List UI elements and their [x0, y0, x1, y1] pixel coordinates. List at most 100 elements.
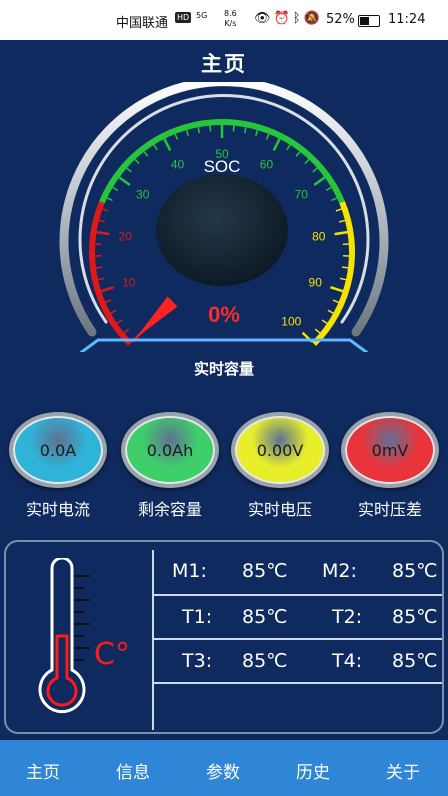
network-speed: 8.6 K/s	[224, 9, 237, 29]
gauge-tick	[255, 129, 259, 137]
nav-params[interactable]: 参数	[206, 758, 240, 783]
speed-unit: K/s	[224, 19, 237, 28]
capacity-label: 实时容量	[193, 360, 254, 378]
gauge-tick-label: 10	[122, 275, 136, 289]
gauge-tick	[112, 186, 119, 192]
remaining-capacity-indicator: 0.0Ah	[121, 412, 219, 488]
temp-divider	[152, 550, 154, 730]
gauge-tick	[143, 151, 149, 157]
nav-home[interactable]: 主页	[26, 758, 60, 783]
t3-value: 85℃	[242, 650, 288, 672]
gauge-tick	[312, 167, 318, 173]
gauge-tick	[197, 127, 201, 134]
bottom-nav: 主页 信息 参数 历史 关于	[0, 740, 448, 796]
t2-label: T2:	[332, 606, 363, 628]
t4-value: 85℃	[392, 650, 438, 672]
gauge-tick	[209, 125, 212, 132]
status-icons: 👁⏰ᛒ🔕	[254, 11, 323, 26]
t1-label: T1:	[182, 606, 213, 628]
voltage-diff-label: 实时压差	[357, 500, 422, 519]
status-bar: 中国联通 HD 5G 8.6 K/s 👁⏰ᛒ🔕 52% 11:24	[0, 0, 448, 40]
speed-value: 8.6	[224, 9, 237, 18]
page-title: 主页	[201, 52, 247, 76]
gauge-tick	[321, 319, 328, 325]
gauge-hub	[156, 174, 288, 286]
m1-value: 85℃	[242, 560, 288, 582]
gauge-tick-label: 70	[295, 187, 309, 201]
nav-history[interactable]: 历史	[296, 758, 330, 783]
gauge-tick	[106, 197, 113, 202]
gauge-tick-label: 20	[119, 230, 133, 244]
voltage-indicator: 0.00V	[231, 412, 329, 488]
metric-remaining-capacity: 0.0Ah 剩余容量	[118, 412, 222, 520]
alarm-icon: ⏰	[273, 11, 293, 26]
gauge-tick	[335, 208, 342, 212]
gauge-tick	[272, 138, 281, 151]
t1-value: 85℃	[242, 606, 288, 628]
thermometer-unit: C°	[94, 637, 130, 672]
gauge-tick	[232, 125, 235, 132]
gauge-tick	[116, 319, 123, 325]
remaining-capacity-label: 剩余容量	[137, 500, 202, 519]
gauge-tick	[105, 299, 112, 304]
current-indicator: 0.0A	[9, 412, 107, 488]
gauge-tick	[97, 277, 105, 281]
metric-current: 0.0A 实时电流	[6, 412, 110, 520]
gauge-label: SOC	[204, 157, 241, 176]
gauge-tick	[110, 309, 117, 314]
gauge-tick	[98, 219, 105, 223]
gauge-tick	[265, 133, 270, 140]
gauge-tick	[185, 129, 189, 137]
gauge-tick	[174, 133, 179, 140]
t2-value: 85℃	[392, 606, 438, 628]
gauge-tick-label: 40	[171, 158, 185, 172]
gauge-tick	[313, 176, 326, 187]
nav-about[interactable]: 关于	[386, 758, 420, 783]
battery-icon	[358, 15, 380, 27]
metric-voltage-diff: 0mV 实时压差	[338, 412, 442, 520]
gauge-tick	[102, 208, 109, 212]
gauge-arc-yellow	[311, 201, 355, 347]
m2-value: 85℃	[392, 560, 438, 582]
t3-label: T3:	[182, 650, 213, 672]
gauge-arc-red	[89, 201, 133, 347]
gauge-tick	[134, 158, 140, 165]
signal-indicator: 5G	[196, 11, 208, 20]
gauge-tick	[341, 266, 349, 269]
m1-label: M1:	[172, 560, 207, 582]
gauge-needle	[135, 296, 178, 339]
carrier-name: 中国联通	[116, 16, 169, 31]
gauge-tick-label: 30	[136, 187, 150, 201]
gauge-tick	[295, 151, 301, 157]
gauge-tick-label: 80	[312, 230, 326, 244]
thermometer-icon: C°	[38, 558, 130, 714]
gauge-tick	[327, 309, 334, 314]
gauge-tick	[96, 230, 110, 236]
gauge-tick	[100, 286, 114, 293]
gauge-bezel-line	[79, 338, 369, 352]
gauge-tick-label: 100	[281, 314, 301, 328]
gauge-tick	[95, 266, 103, 269]
current-label: 实时电流	[25, 500, 90, 519]
nav-info[interactable]: 信息	[116, 758, 150, 783]
gauge-tick	[163, 138, 172, 151]
battery-percent: 52%	[326, 12, 355, 27]
metric-voltage: 0.00V 实时电压	[228, 412, 332, 520]
eye-icon: 👁	[254, 11, 274, 26]
clock: 11:24	[388, 12, 426, 27]
gauge-tick-label: 60	[260, 158, 274, 172]
gauge-tick	[118, 176, 131, 187]
gauge-tick	[339, 277, 347, 281]
gauge-tick	[304, 158, 310, 165]
gauge-tick	[126, 167, 132, 173]
temp-row-divider	[154, 682, 442, 684]
voltage-diff-indicator: 0mV	[341, 412, 439, 488]
gauge-tick	[330, 286, 344, 293]
soc-gauge: 102030405060708090100 SOC 0%	[59, 82, 389, 352]
gauge-tick	[286, 144, 291, 151]
gauge-tick-label: 90	[309, 275, 323, 289]
gauge-tick	[153, 144, 158, 151]
gauge-tick	[334, 230, 348, 236]
gauge-value: 0%	[208, 302, 240, 327]
temp-row-divider	[154, 594, 442, 596]
